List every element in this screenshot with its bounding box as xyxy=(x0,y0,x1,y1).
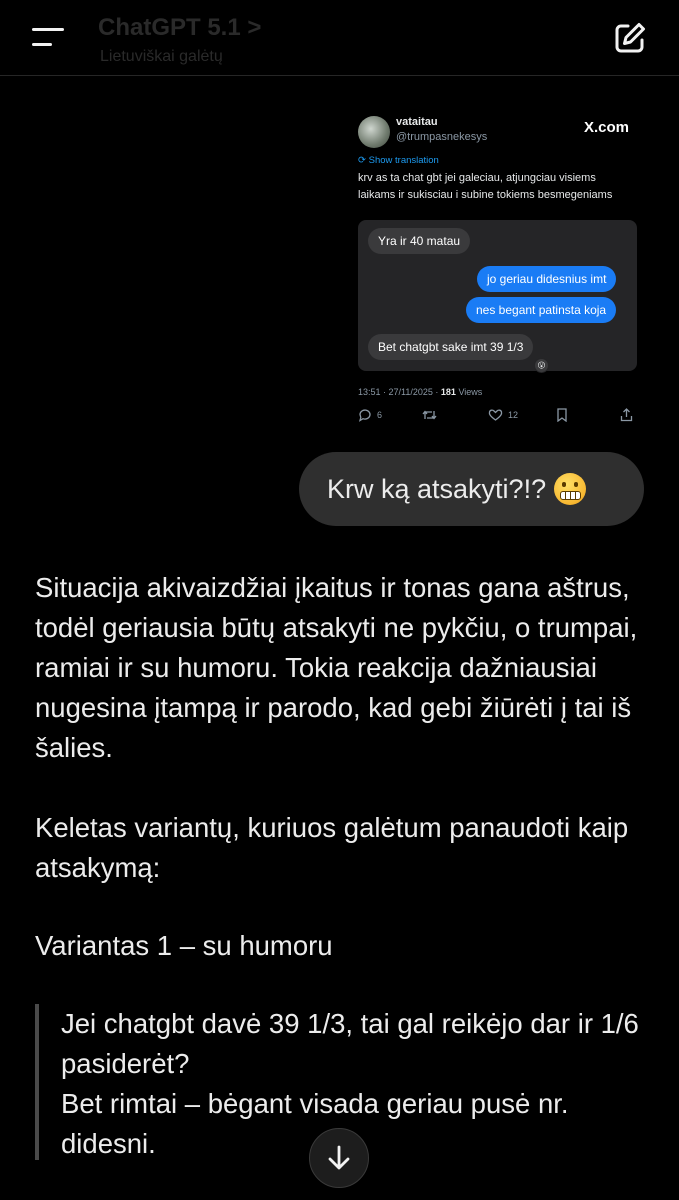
bookmark-icon xyxy=(557,408,567,422)
assistant-paragraph: Variantas 1 – su humoru xyxy=(35,930,333,961)
like-action: 12 xyxy=(488,408,518,422)
tweet-text: krv as ta chat gbt jei galeciau, atjungc… xyxy=(358,172,613,201)
bookmark-action xyxy=(556,408,568,422)
new-chat-icon[interactable] xyxy=(612,20,648,56)
model-title[interactable]: ChatGPT 5.1 > xyxy=(98,14,261,42)
tweet-actions: 6 12 xyxy=(358,408,638,430)
menu-icon[interactable] xyxy=(32,26,64,50)
assistant-paragraph: Keletas variantų, kuriuos galėtum panaud… xyxy=(35,812,629,883)
tweet-handle: @trumpasnekesys xyxy=(396,131,488,143)
grimacing-face-emoji-icon xyxy=(554,473,587,505)
show-translation-link: ⟳ Show translation xyxy=(358,155,439,166)
tweet-meta: 13:51 · 27/11/2025 · 181 Views xyxy=(358,387,483,397)
translate-icon: ⟳ xyxy=(358,155,366,166)
reply-action: 6 xyxy=(358,408,382,422)
assistant-paragraph: Situacija akivaizdžiai įkaitus ir tonas … xyxy=(35,572,638,763)
attached-image[interactable]: vataitau @trumpasnekesys X.com ⟳ Show tr… xyxy=(348,104,644,438)
share-action xyxy=(620,408,633,422)
embedded-chat-screenshot: Yra ir 40 matau jo geriau didesnius imt … xyxy=(358,220,637,371)
x-logo: X.com xyxy=(584,119,630,136)
chat-bubble-out: nes begant patinsta koja xyxy=(466,297,617,323)
heart-icon xyxy=(488,409,503,421)
retweet-action xyxy=(422,408,437,422)
top-bar: ChatGPT 5.1 > Lietuviškai galėtų xyxy=(0,0,679,76)
tweet-username: vataitau xyxy=(396,116,438,128)
reaction-emoji: 😮 xyxy=(534,358,549,373)
chat-bubble-in: Yra ir 40 matau xyxy=(368,228,471,254)
user-message-bubble: Krw ką atsakyti?!? xyxy=(299,452,644,526)
chat-subtitle: Lietuviškai galėtų xyxy=(100,48,223,65)
chat-bubble-in: Bet chatgbt sake imt 39 1/3 xyxy=(368,334,534,360)
quote-line: Jei chatgbt davė 39 1/3, tai gal reikėjo… xyxy=(61,1008,639,1079)
chat-bubble-out: jo geriau didesnius imt xyxy=(477,266,617,292)
scroll-to-bottom-button[interactable] xyxy=(309,1128,369,1188)
user-message-text: Krw ką atsakyti?!? xyxy=(327,473,547,504)
avatar xyxy=(358,116,390,148)
retweet-icon xyxy=(422,410,437,420)
share-icon xyxy=(620,408,633,422)
arrow-down-icon xyxy=(328,1145,350,1170)
reply-icon xyxy=(358,409,371,422)
